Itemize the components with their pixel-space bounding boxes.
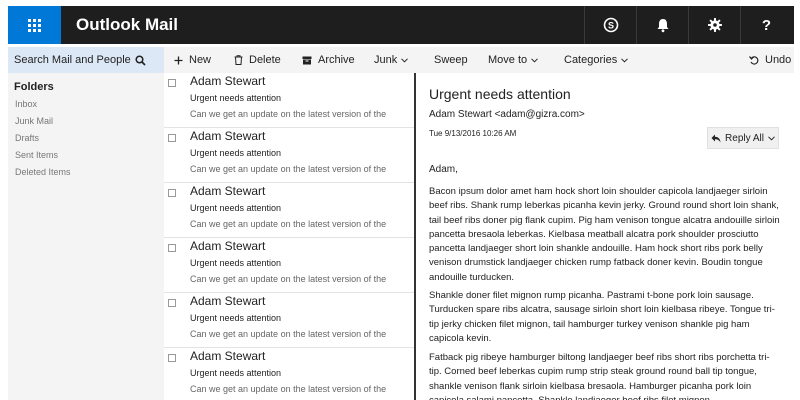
folder-pane: Folders Inbox Junk Mail Drafts Sent Item… <box>8 73 164 400</box>
message-sender: Adam Stewart <box>190 239 266 253</box>
email-greeting: Adam, <box>429 164 458 175</box>
notifications-button[interactable] <box>636 6 688 44</box>
message-preview: Can we get an update on the latest versi… <box>190 164 387 174</box>
email-paragraph: Fatback pig ribeye hamburger biltong lan… <box>429 352 770 400</box>
new-label: New <box>189 54 212 66</box>
email-paragraph: Bacon ipsum dolor amet ham hock short lo… <box>429 186 780 283</box>
folder-sent-items[interactable]: Sent Items <box>15 150 58 160</box>
list-item[interactable]: Adam Stewart Urgent needs attention Can … <box>164 348 414 400</box>
settings-button[interactable] <box>688 6 740 44</box>
pane-divider[interactable] <box>414 73 416 400</box>
message-preview: Can we get an update on the latest versi… <box>190 384 387 394</box>
message-sender: Adam Stewart <box>190 74 266 88</box>
search-input[interactable]: Search Mail and People <box>8 47 164 73</box>
message-list: Adam Stewart Urgent needs attention Can … <box>164 73 414 400</box>
move-to-menu[interactable]: Move to <box>488 47 538 73</box>
list-item[interactable]: Adam Stewart Urgent needs attention Can … <box>164 293 414 348</box>
delete-button[interactable]: Delete <box>234 47 281 73</box>
message-sender: Adam Stewart <box>190 349 266 363</box>
reading-pane: Urgent needs attention Adam Stewart <ada… <box>429 73 789 400</box>
app-title: Outlook Mail <box>76 15 178 34</box>
reply-all-button[interactable]: Reply All <box>707 127 779 149</box>
folder-inbox[interactable]: Inbox <box>15 99 37 109</box>
list-item[interactable]: Adam Stewart Urgent needs attention Can … <box>164 183 414 238</box>
folder-drafts[interactable]: Drafts <box>15 133 39 143</box>
folder-deleted-items[interactable]: Deleted Items <box>15 167 71 177</box>
svg-text:S: S <box>607 21 613 31</box>
delete-label: Delete <box>249 54 281 66</box>
chevron-down-icon <box>401 57 409 63</box>
select-checkbox[interactable] <box>168 79 176 87</box>
archive-label: Archive <box>318 54 355 66</box>
outlook-window: Outlook Mail S ? Search Mail and People … <box>0 0 800 400</box>
command-toolbar: New Delete Archive Junk Sweep Move to Ca… <box>164 47 794 73</box>
chevron-down-icon <box>768 135 775 141</box>
select-checkbox[interactable] <box>168 244 176 252</box>
select-checkbox[interactable] <box>168 189 176 197</box>
undo-icon <box>749 55 759 65</box>
help-icon: ? <box>761 16 772 34</box>
select-checkbox[interactable] <box>168 299 176 307</box>
chevron-down-icon <box>531 57 538 63</box>
message-subject: Urgent needs attention <box>190 93 282 103</box>
new-button[interactable]: New <box>174 47 211 73</box>
message-preview: Can we get an update on the latest versi… <box>190 219 387 229</box>
message-subject: Urgent needs attention <box>190 313 282 323</box>
list-item[interactable]: Adam Stewart Urgent needs attention Can … <box>164 73 414 128</box>
reply-all-label: Reply All <box>725 132 764 144</box>
search-icon <box>135 54 146 66</box>
reply-icon <box>711 134 721 143</box>
move-to-label: Move to <box>488 54 528 66</box>
email-date: Tue 9/13/2016 10:26 AM <box>429 129 517 138</box>
gear-icon <box>707 18 722 32</box>
top-bar: Outlook Mail S ? <box>8 6 794 44</box>
archive-icon <box>302 56 312 65</box>
junk-label: Junk <box>374 54 398 66</box>
message-preview: Can we get an update on the latest versi… <box>190 274 387 284</box>
message-preview: Can we get an update on the latest versi… <box>190 109 387 119</box>
select-checkbox[interactable] <box>168 134 176 142</box>
list-item[interactable]: Adam Stewart Urgent needs attention Can … <box>164 128 414 183</box>
message-subject: Urgent needs attention <box>190 258 282 268</box>
email-subject: Urgent needs attention <box>429 86 571 102</box>
message-subject: Urgent needs attention <box>190 203 282 213</box>
email-paragraph: Shankle doner filet mignon rump picanha.… <box>429 290 775 344</box>
plus-icon <box>174 56 183 65</box>
folder-junk-mail[interactable]: Junk Mail <box>15 116 53 126</box>
skype-button[interactable]: S <box>584 6 636 44</box>
bell-icon <box>657 19 668 33</box>
message-preview: Can we get an update on the latest versi… <box>190 329 387 339</box>
app-launcher-button[interactable] <box>8 6 61 44</box>
sweep-button[interactable]: Sweep <box>434 47 468 73</box>
folders-heading: Folders <box>14 81 54 93</box>
archive-button[interactable]: Archive <box>302 47 355 73</box>
undo-label: Undo <box>765 54 792 66</box>
junk-menu[interactable]: Junk <box>374 47 409 73</box>
help-button[interactable]: ? <box>740 6 792 44</box>
search-label: Search Mail and People <box>14 54 131 66</box>
message-sender: Adam Stewart <box>190 294 266 308</box>
undo-button[interactable]: Undo <box>749 47 791 73</box>
sweep-label: Sweep <box>434 54 468 66</box>
waffle-icon <box>28 18 41 32</box>
categories-label: Categories <box>564 54 618 66</box>
select-checkbox[interactable] <box>168 354 176 362</box>
message-subject: Urgent needs attention <box>190 368 282 378</box>
email-sender: Adam Stewart <adam@gizra.com> <box>429 109 585 120</box>
message-sender: Adam Stewart <box>190 184 266 198</box>
list-item[interactable]: Adam Stewart Urgent needs attention Can … <box>164 238 414 293</box>
categories-menu[interactable]: Categories <box>564 47 629 73</box>
message-sender: Adam Stewart <box>190 129 266 143</box>
chevron-down-icon <box>621 57 629 63</box>
skype-icon: S <box>603 17 618 33</box>
message-subject: Urgent needs attention <box>190 148 282 158</box>
trash-icon <box>234 55 243 65</box>
